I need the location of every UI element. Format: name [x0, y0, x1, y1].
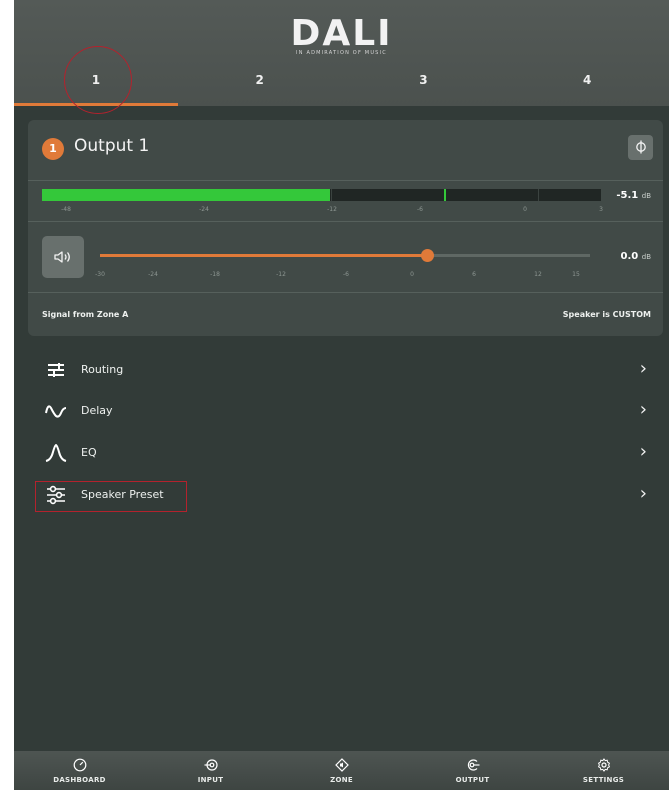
nav-output[interactable]: OUTPUT	[407, 751, 538, 790]
level-meter-tick	[538, 189, 539, 201]
level-readout: -5.1 dB	[616, 190, 651, 201]
level-meter-peak	[444, 189, 447, 201]
volume-scale-label: -12	[276, 271, 286, 278]
menu-item-eq[interactable]: EQ ›	[14, 435, 669, 471]
highlight-circle	[64, 46, 132, 114]
level-scale-label: -48	[61, 206, 71, 213]
nav-input[interactable]: INPUT	[145, 751, 276, 790]
chevron-right-icon: ›	[639, 358, 647, 379]
output-icon	[467, 759, 479, 771]
chevron-right-icon: ›	[639, 399, 647, 420]
menu-label-delay: Delay	[81, 404, 113, 417]
menu-label-eq: EQ	[81, 446, 97, 459]
logo-wordmark: DALI	[290, 13, 393, 54]
menu-item-delay[interactable]: Delay ›	[14, 393, 669, 429]
nav-zone[interactable]: ZONE	[276, 751, 407, 790]
mute-button[interactable]	[42, 236, 84, 278]
signal-source-text: Signal from Zone A	[42, 310, 129, 319]
volume-scale-label: 15	[572, 271, 580, 278]
delay-wave-icon	[45, 405, 67, 418]
nav-label-settings: SETTINGS	[582, 776, 625, 784]
nav-settings[interactable]: SETTINGS	[538, 751, 669, 790]
level-scale-label: 0	[523, 206, 527, 213]
volume-value: 0.0	[620, 251, 639, 262]
speaker-icon	[54, 251, 70, 263]
volume-scale-label: -6	[343, 271, 349, 278]
chevron-right-icon: ›	[639, 441, 647, 462]
level-meter-tick	[331, 189, 332, 201]
volume-unit: dB	[641, 253, 651, 261]
volume-scale-label: 12	[534, 271, 542, 278]
output-card: 1 Output 1 -5.1 dB -48 -24 -12 -6 0 3 0.…	[28, 120, 663, 336]
app-window: DALI IN ADMIRATION OF MUSIC 1 2 3 4 1 Ou…	[14, 0, 669, 790]
level-meter	[42, 189, 601, 201]
output-card-header: 1 Output 1	[28, 120, 663, 180]
nav-label-output: OUTPUT	[455, 776, 490, 784]
nav-label-zone: ZONE	[330, 776, 353, 784]
volume-readout: 0.0 dB	[621, 251, 651, 262]
level-value: -5.1	[616, 190, 639, 201]
phase-icon	[635, 140, 646, 154]
level-unit: dB	[641, 192, 651, 200]
level-meter-fill	[42, 189, 331, 201]
menu-item-routing[interactable]: Routing ›	[14, 352, 669, 388]
gauge-icon	[73, 758, 86, 772]
phase-invert-button[interactable]	[628, 135, 653, 160]
volume-slider[interactable]	[100, 249, 590, 262]
volume-scale-label: 0	[410, 271, 414, 278]
level-scale-label: -24	[199, 206, 209, 213]
volume-scale-label: -18	[210, 271, 220, 278]
nav-label-dashboard: DASHBOARD	[53, 776, 106, 784]
volume-slider-thumb[interactable]	[420, 249, 434, 262]
volume-scale-label: 6	[472, 271, 476, 278]
header: DALI IN ADMIRATION OF MUSIC 1 2 3 4	[14, 0, 669, 114]
chevron-right-icon: ›	[639, 483, 647, 504]
volume-scale-label: -30	[95, 271, 105, 278]
level-scale-label: -6	[417, 206, 423, 213]
divider	[28, 221, 663, 222]
input-icon	[204, 759, 218, 771]
bottom-nav: DASHBOARD INPUT ZONE OUTPUT SETTINGS	[14, 751, 669, 790]
level-scale-label: 3	[599, 206, 603, 213]
menu-label-routing: Routing	[81, 363, 124, 376]
nav-dashboard[interactable]: DASHBOARD	[14, 751, 145, 790]
tab-output-2[interactable]: 2	[178, 60, 342, 102]
volume-scale-label: -24	[148, 271, 158, 278]
eq-curve-icon	[45, 443, 67, 462]
output-number-badge: 1	[42, 138, 64, 160]
volume-slider-fill	[100, 254, 427, 257]
tab-output-4[interactable]: 4	[505, 60, 669, 102]
gear-icon	[597, 758, 610, 772]
output-title: Output 1	[74, 136, 150, 156]
level-scale-label: -12	[327, 206, 337, 213]
zone-icon	[334, 758, 349, 772]
divider	[28, 180, 663, 181]
divider	[28, 292, 663, 293]
routing-icon	[48, 363, 64, 377]
nav-label-input: INPUT	[197, 776, 224, 784]
highlight-box	[35, 481, 187, 512]
speaker-status-text: Speaker is CUSTOM	[562, 310, 651, 319]
tab-output-3[interactable]: 3	[342, 60, 506, 102]
